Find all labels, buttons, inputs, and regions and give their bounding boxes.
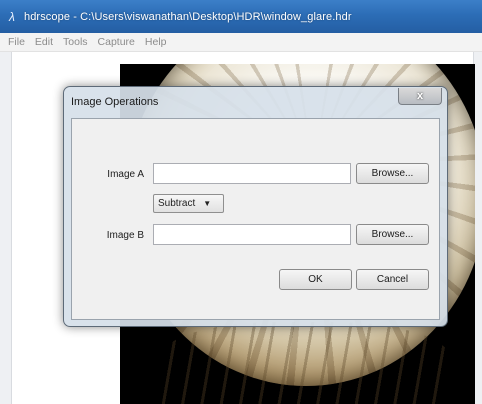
menu-edit[interactable]: Edit [30,33,58,52]
menu-help[interactable]: Help [140,33,172,52]
menu-file[interactable]: File [3,33,30,52]
close-icon: x [416,90,424,102]
menu-bar: File Edit Tools Capture Help [0,33,482,52]
image-b-label: Image B [106,230,144,241]
cancel-button[interactable]: Cancel [356,269,429,290]
image-a-label: Image A [107,169,144,180]
menu-capture[interactable]: Capture [93,33,140,52]
operation-select[interactable]: Subtract ▼ [153,194,224,213]
left-panel-strip [0,52,12,404]
image-a-input[interactable] [153,163,351,184]
hdrscope-app-icon: λ [9,9,15,24]
fisheye-image-floor [160,322,450,404]
image-operations-dialog: Image Operations x Image A Browse... Sub… [63,86,448,327]
ok-button[interactable]: OK [279,269,352,290]
image-b-input[interactable] [153,224,351,245]
menu-tools[interactable]: Tools [58,33,93,52]
chevron-down-icon: ▼ [203,199,212,208]
dialog-close-button[interactable]: x [398,88,442,105]
image-b-browse-button[interactable]: Browse... [356,224,429,245]
dialog-body: Image A Browse... Subtract ▼ Image B Bro… [71,118,440,320]
image-a-browse-button[interactable]: Browse... [356,163,429,184]
window-title: hdrscope - C:\Users\viswanathan\Desktop\… [24,10,352,23]
window-titlebar[interactable]: λ hdrscope - C:\Users\viswanathan\Deskto… [0,0,482,33]
operation-select-value: Subtract [158,198,196,209]
dialog-title: Image Operations [71,96,159,108]
